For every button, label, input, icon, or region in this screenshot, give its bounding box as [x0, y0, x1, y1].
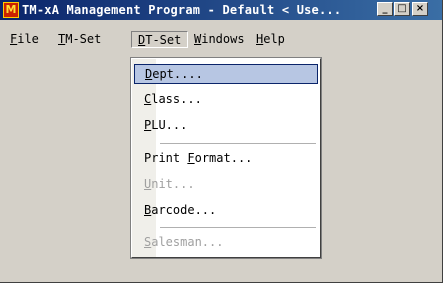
dt-set-dropdown: Dept.... Class... PLU... Print Format...… — [130, 57, 322, 259]
menu-item-unit: Unit... — [134, 175, 318, 195]
menu-item-class[interactable]: Class... — [134, 90, 318, 110]
menu-windows[interactable]: Windows — [188, 31, 251, 48]
menu-item-print-format-accel: F — [187, 151, 195, 165]
menu-item-salesman-label: alesman... — [151, 235, 224, 249]
maximize-button[interactable]: □ — [394, 2, 410, 16]
menu-file-rest: ile — [17, 32, 39, 46]
title-bar[interactable]: M TM-xA Management Program - Default < U… — [0, 0, 442, 20]
menu-separator — [160, 227, 316, 228]
menu-item-barcode[interactable]: Barcode... — [134, 201, 318, 221]
menu-item-print-format-prefix: Print — [144, 151, 188, 165]
menu-tm-set[interactable]: TM-Set — [52, 31, 107, 48]
window-title: TM-xA Management Program - Default < Use… — [22, 3, 342, 17]
menu-item-plu[interactable]: PLU... — [134, 116, 318, 136]
menu-item-class-label: lass... — [151, 92, 202, 106]
menu-item-unit-label: nit... — [151, 177, 195, 191]
menu-item-print-format-label: ormat... — [194, 151, 253, 165]
menu-help-rest: elp — [263, 32, 285, 46]
app-window: M TM-xA Management Program - Default < U… — [0, 0, 443, 283]
menu-dt-set-rest: T-Set — [145, 33, 182, 47]
menu-item-plu-label: LU... — [151, 118, 188, 132]
menu-help[interactable]: Help — [250, 31, 291, 48]
menu-dt-set[interactable]: DT-Set — [131, 31, 189, 48]
close-button[interactable]: × — [412, 2, 428, 16]
menu-item-barcode-label: arcode... — [151, 203, 217, 217]
menu-item-print-format[interactable]: Print Format... — [134, 149, 318, 169]
menu-item-dept-label: ept.... — [152, 67, 203, 81]
menu-item-dept[interactable]: Dept.... — [134, 64, 318, 84]
menu-windows-rest: indows — [201, 32, 245, 46]
menu-bar: File TM-Set DT-Set Windows Help — [0, 30, 442, 48]
menu-separator — [160, 143, 316, 144]
minimize-button[interactable]: _ — [377, 2, 393, 16]
app-logo-icon[interactable]: M — [3, 2, 19, 18]
menu-tm-set-rest: M-Set — [65, 32, 102, 46]
menu-file[interactable]: File — [4, 31, 45, 48]
menu-item-salesman: Salesman... — [134, 233, 318, 253]
